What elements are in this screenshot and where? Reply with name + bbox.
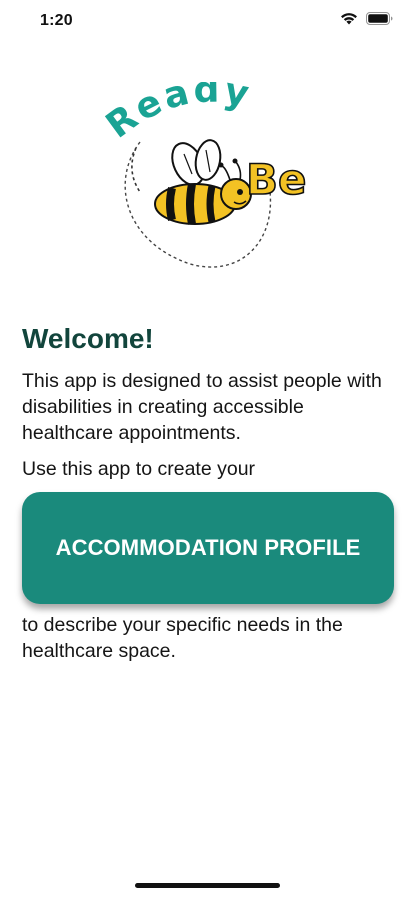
logo-ready-text: Ready: [100, 82, 255, 147]
accommodation-profile-label: ACCOMMODATION PROFILE: [55, 535, 361, 560]
battery-icon: [366, 12, 393, 25]
lead-in-text: Use this app to create your: [22, 458, 256, 480]
status-time: 1:20: [40, 12, 73, 29]
home-indicator[interactable]: [135, 883, 280, 888]
wifi-icon: [340, 12, 358, 25]
readybe-logo: Ready Be: [99, 70, 320, 272]
logo-be-text: Be: [246, 155, 307, 204]
welcome-section: Welcome! This app is designed to assist …: [22, 322, 397, 662]
status-icons: [340, 12, 393, 25]
bee-icon: [154, 139, 252, 225]
accommodation-profile-button[interactable]: ACCOMMODATION PROFILE: [22, 492, 394, 604]
page-title: Welcome!: [22, 323, 154, 354]
follow-up-text: to describe your specific needs in the h…: [22, 614, 343, 662]
status-bar: 1:20: [0, 0, 415, 44]
app-description: This app is designed to assist people wi…: [22, 370, 382, 444]
